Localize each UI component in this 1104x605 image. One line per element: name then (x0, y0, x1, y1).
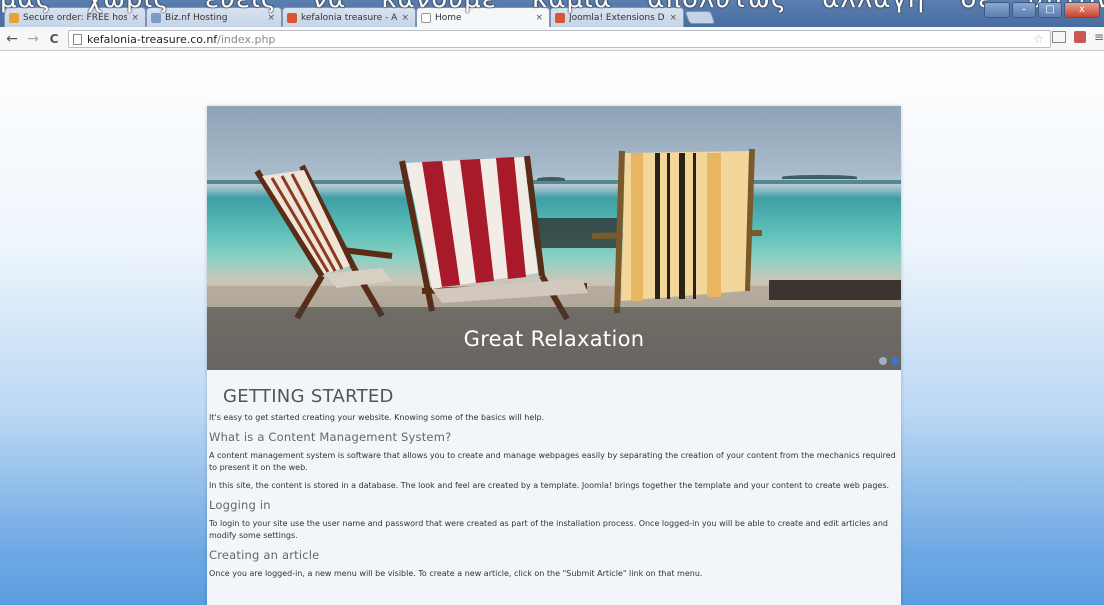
window-controls: – □ x (984, 2, 1100, 18)
slide-caption: Great Relaxation (463, 327, 645, 351)
dock (769, 280, 901, 300)
tab-title: Joomla! Extensions Direct (569, 12, 665, 23)
tab-secure-order[interactable]: Secure order: FREE hostin × (4, 7, 146, 27)
article-body: GETTING STARTED It's easy to get started… (207, 370, 901, 580)
page-icon (73, 33, 82, 45)
tab-title: Home (435, 13, 462, 23)
extension-icon[interactable] (1073, 31, 1086, 43)
web-page: Great Relaxation GETTING STARTED It's ea… (0, 51, 1104, 605)
intro-paragraph: It's easy to get started creating your w… (209, 413, 545, 422)
toolbar-extensions: ≡ (1051, 30, 1104, 44)
nf-favicon-icon (9, 12, 19, 23)
back-button[interactable]: ← (3, 31, 21, 47)
tab-close-icon[interactable]: × (401, 13, 409, 23)
slider-pagination (879, 357, 899, 365)
paragraph: Once you are logged-in, a new menu will … (209, 569, 703, 578)
distant-island (782, 175, 857, 179)
paragraph: In this site, the content is stored in a… (209, 481, 890, 490)
deck-chair-right (591, 148, 763, 314)
biz-favicon-icon (151, 12, 161, 23)
chrome-menu-icon[interactable]: ≡ (1094, 30, 1104, 44)
section-heading: Creating an article (209, 548, 320, 562)
paragraph: A content management system is software … (209, 451, 896, 472)
section-heading: What is a Content Management System? (209, 430, 452, 444)
url-path: /index.php (217, 32, 276, 46)
joomla-favicon-icon (555, 12, 565, 23)
tab-close-icon[interactable]: × (267, 13, 275, 23)
image-slider: Great Relaxation (207, 106, 901, 370)
forward-button[interactable]: → (24, 31, 42, 47)
deck-chair-left (254, 164, 393, 320)
site-container: Great Relaxation GETTING STARTED It's ea… (207, 106, 901, 605)
bookmark-star-icon[interactable]: ☆ (1033, 32, 1044, 46)
section-heading: Logging in (209, 498, 271, 512)
tab-home[interactable]: Home × (416, 7, 550, 27)
address-bar[interactable]: kefalonia-treasure.co.nf/index.php ☆ (68, 30, 1051, 48)
maximize-button[interactable]: □ (1038, 2, 1062, 18)
tab-kefalonia-admin[interactable]: kefalonia treasure - Admi × (282, 7, 416, 27)
paragraph: To login to your site use the user name … (209, 519, 888, 540)
tab-joomla-extensions[interactable]: Joomla! Extensions Direct × (550, 7, 684, 27)
tab-title: Secure order: FREE hostin (23, 12, 128, 23)
browser-tab-strip: Secure order: FREE hostin × Biz.nf Hosti… (0, 0, 1104, 27)
tab-close-icon[interactable]: × (535, 13, 543, 23)
deck-chair-middle (399, 155, 588, 321)
page-favicon-icon (421, 13, 431, 23)
minimize-button[interactable]: – (1012, 2, 1036, 18)
tab-close-icon[interactable]: × (669, 13, 677, 23)
slider-dot-active[interactable] (891, 357, 899, 365)
joomla-favicon-icon (287, 12, 297, 23)
tab-biz-hosting[interactable]: Biz.nf Hosting × (146, 7, 282, 27)
extension-icon[interactable] (1051, 31, 1066, 43)
close-window-button[interactable]: x (1064, 2, 1100, 18)
user-profile-button[interactable] (984, 2, 1010, 18)
reload-button[interactable]: C (45, 32, 63, 46)
tab-title: Biz.nf Hosting (165, 12, 228, 23)
slider-dot[interactable] (879, 357, 887, 365)
new-tab-button[interactable] (684, 11, 716, 24)
url-host: kefalonia-treasure.co.nf (87, 32, 218, 46)
browser-toolbar: ← → C kefalonia-treasure.co.nf/index.php… (0, 27, 1104, 51)
tab-close-icon[interactable]: × (131, 13, 139, 23)
tab-title: kefalonia treasure - Admi (301, 12, 398, 23)
article-heading: GETTING STARTED (223, 386, 394, 407)
